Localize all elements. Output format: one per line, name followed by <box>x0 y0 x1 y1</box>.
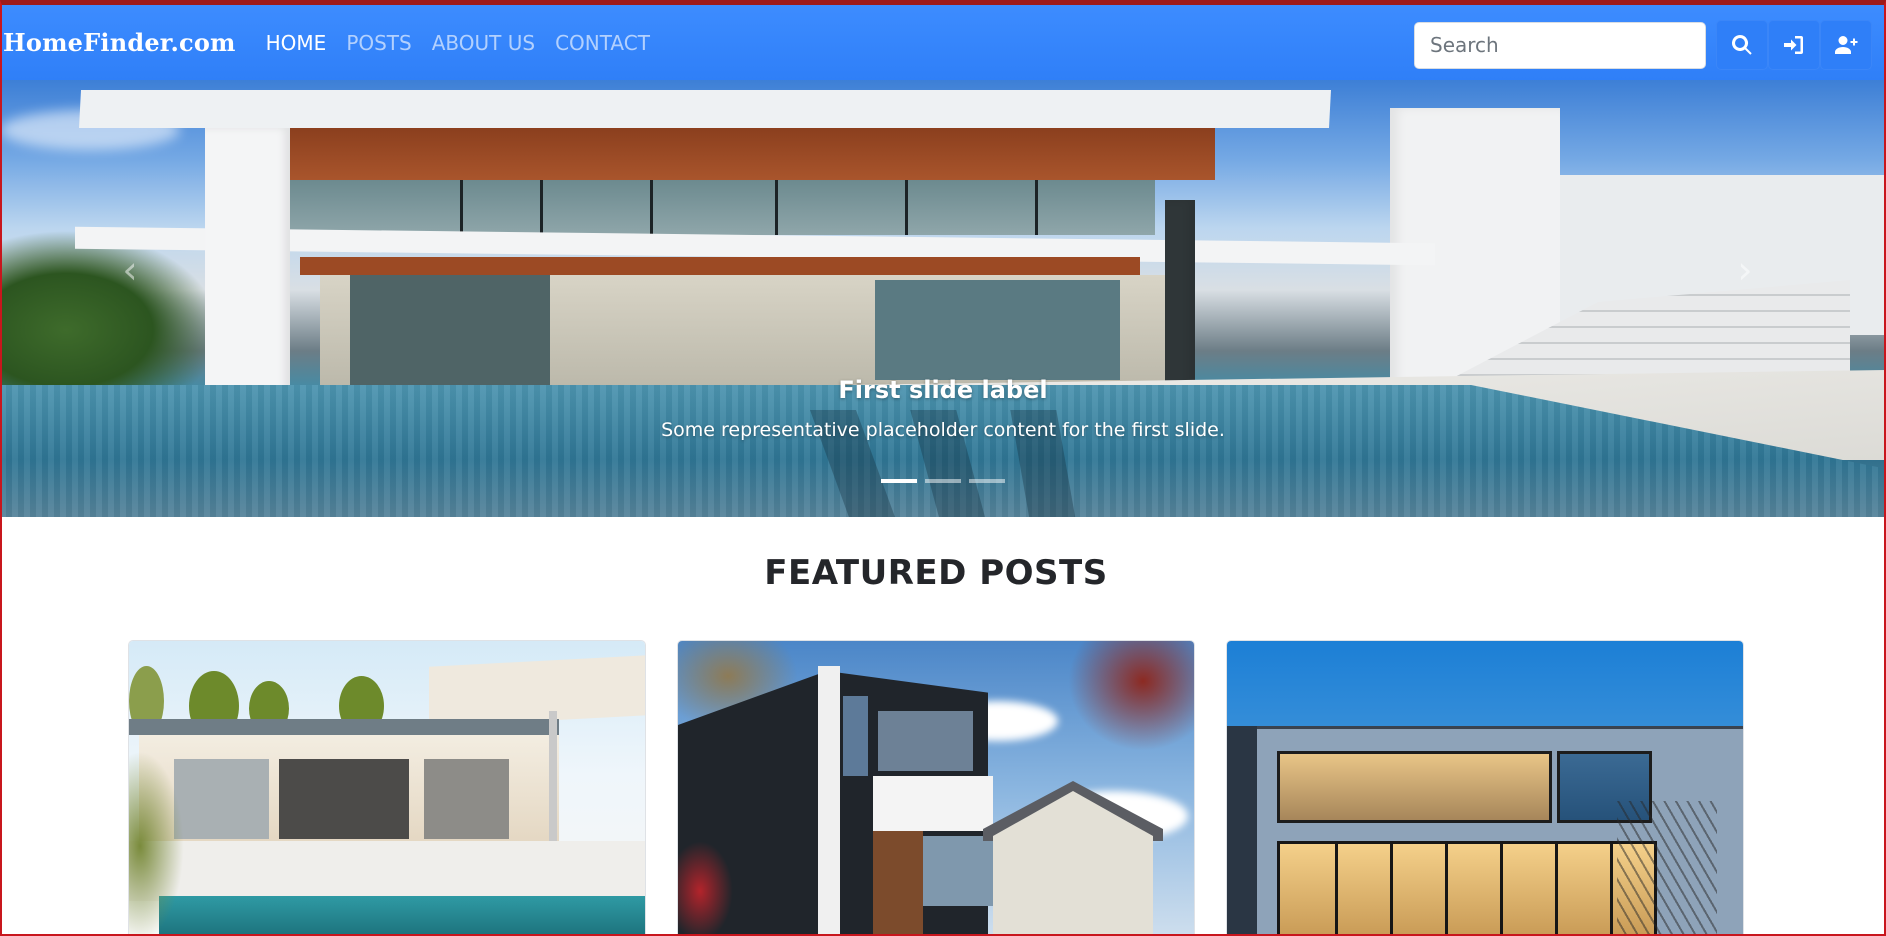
carousel-caption-title: First slide label <box>838 376 1048 404</box>
brand-logo[interactable]: HomeFinder.com <box>3 28 236 57</box>
featured-posts-cards <box>128 640 1744 936</box>
post-card-1[interactable] <box>128 640 646 936</box>
register-button[interactable] <box>1820 20 1872 70</box>
search-icon <box>1731 35 1752 55</box>
sign-in-icon <box>1784 36 1803 54</box>
featured-posts-title: FEATURED POSTS <box>764 553 1108 593</box>
carousel-indicator-3[interactable] <box>969 479 1005 483</box>
carousel-caption-text: Some representative placeholder content … <box>661 419 1225 441</box>
nav-links: HOME POSTS ABOUT US CONTACT <box>266 31 670 55</box>
carousel-indicators <box>0 479 1886 483</box>
nav-link-about-us[interactable]: ABOUT US <box>432 31 535 55</box>
post-card-image <box>678 641 1194 936</box>
login-button[interactable] <box>1768 20 1820 70</box>
nav-link-contact[interactable]: CONTACT <box>555 31 650 55</box>
hero-carousel: ‹ › First slide label Some representativ… <box>0 80 1886 517</box>
search-button[interactable] <box>1716 20 1768 70</box>
nav-link-home[interactable]: HOME <box>266 31 327 55</box>
chevron-right-icon: › <box>1737 248 1753 292</box>
user-plus-icon <box>1835 36 1858 54</box>
search-input[interactable] <box>1414 21 1706 69</box>
carousel-prev-button[interactable]: ‹ <box>100 235 160 305</box>
nav-link-posts[interactable]: POSTS <box>346 31 411 55</box>
carousel-indicator-1[interactable] <box>881 479 917 483</box>
carousel-next-button[interactable]: › <box>1715 235 1775 305</box>
post-card-image <box>129 641 645 936</box>
carousel-indicator-2[interactable] <box>925 479 961 483</box>
nav-actions <box>1414 20 1872 70</box>
post-card-3[interactable] <box>1226 640 1744 936</box>
navbar: HomeFinder.com HOME POSTS ABOUT US CONTA… <box>0 5 1886 80</box>
post-card-image <box>1227 641 1743 936</box>
post-card-2[interactable] <box>677 640 1195 936</box>
chevron-left-icon: ‹ <box>122 248 138 292</box>
